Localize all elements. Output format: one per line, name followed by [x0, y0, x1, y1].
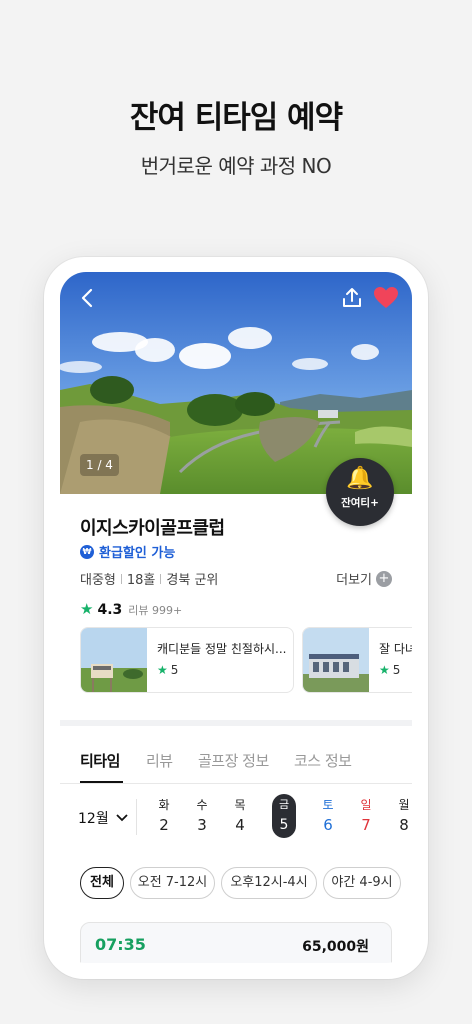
favorite-button[interactable]	[373, 286, 399, 310]
refund-label: 환급할인 가능	[99, 546, 176, 561]
filter-chip-morning[interactable]: 오전 7-12시	[130, 867, 215, 899]
date-item[interactable]: 토 6	[314, 796, 342, 836]
alert-label: 잔여티+	[341, 497, 379, 509]
review-body: 잘 다녀 ★5	[369, 628, 412, 692]
phone-frame: 1 / 4 🔔 잔여티+ 이지스카이골프클럽 ₩ 환급할인 가능 대중형 18홀…	[44, 257, 428, 979]
day-number: 3	[197, 816, 207, 834]
promo-subhead: 번거로운 예약 과정 NO	[140, 154, 332, 178]
chevron-down-icon	[116, 811, 128, 827]
plus-icon: +	[376, 570, 392, 587]
day-of-week: 수	[196, 798, 208, 812]
star-icon: ★	[379, 663, 390, 677]
section-divider	[60, 720, 412, 726]
day-of-week: 화	[158, 798, 170, 812]
tab-reviews[interactable]: 리뷰	[146, 750, 173, 771]
promo-headline: 잔여 티타임 예약	[129, 100, 343, 136]
review-card[interactable]: 캐디분들 정말 친절하시... ★ 5	[80, 627, 294, 693]
club-name: 이지스카이골프클럽	[80, 518, 225, 539]
day-number: 6	[323, 816, 333, 834]
club-location: 경북 군위	[166, 573, 219, 588]
date-item-selected[interactable]: 금 5	[272, 794, 296, 838]
review-card[interactable]: 잘 다녀 ★5	[302, 627, 412, 693]
day-number: 5	[279, 817, 289, 833]
club-type: 대중형	[80, 573, 116, 588]
calendar-divider	[136, 799, 137, 835]
day-number: 8	[399, 816, 409, 834]
tab-underline	[80, 781, 123, 783]
filter-chip-all[interactable]: 전체	[80, 867, 124, 899]
day-of-week: 금	[278, 798, 290, 811]
teetime-price: 65,000원	[302, 939, 369, 955]
date-item[interactable]: 화 2	[150, 796, 178, 836]
photo-counter: 1 / 4	[80, 454, 119, 476]
month-label: 12월	[78, 811, 109, 827]
teetime-time: 07:35	[95, 935, 146, 954]
star-icon: ★	[80, 600, 94, 618]
review-text: 캐디분들 정말 친절하시...	[157, 642, 287, 656]
refund-icon: ₩	[80, 544, 94, 559]
tab-course-layout[interactable]: 코스 정보	[294, 750, 352, 771]
review-body: 캐디분들 정말 친절하시... ★ 5	[147, 628, 293, 692]
refund-badge: ₩ 환급할인 가능	[80, 542, 175, 561]
date-item[interactable]: 수 3	[188, 796, 216, 836]
tab-bar: 티타임 리뷰 골프장 정보 코스 정보	[60, 742, 412, 784]
more-button[interactable]: 더보기 +	[336, 569, 392, 588]
day-of-week: 일	[360, 798, 372, 812]
share-button[interactable]	[340, 286, 364, 310]
review-count: 리뷰 999+	[128, 604, 183, 617]
rating[interactable]: ★ 4.3 리뷰 999+	[80, 600, 182, 618]
club-holes: 18홀	[126, 573, 156, 588]
back-button[interactable]	[76, 286, 100, 310]
date-item[interactable]: 목 4	[226, 796, 254, 836]
review-photo	[81, 628, 147, 692]
day-number: 4	[235, 816, 245, 834]
back-arrow-icon	[81, 288, 93, 308]
month-dropdown[interactable]: 12월	[78, 808, 128, 828]
meta-divider	[120, 573, 122, 584]
review-photo	[303, 628, 369, 692]
tab-course-info[interactable]: 골프장 정보	[198, 750, 269, 771]
club-meta: 대중형 18홀 경북 군위	[80, 569, 218, 588]
heart-icon	[374, 287, 398, 308]
review-score: ★ 5	[379, 663, 401, 677]
more-label: 더보기	[336, 573, 372, 588]
day-of-week: 토	[322, 798, 334, 812]
remaining-teetime-alert-button[interactable]: 🔔 잔여티+	[326, 458, 394, 526]
filter-chip-afternoon[interactable]: 오후12시-4시	[221, 867, 317, 899]
rating-score: 4.3	[97, 602, 123, 618]
star-icon: ★	[157, 663, 168, 677]
date-item[interactable]: 월 8	[390, 796, 412, 836]
day-number: 2	[159, 816, 169, 834]
day-of-week: 목	[234, 798, 246, 812]
app-screen: 1 / 4 🔔 잔여티+ 이지스카이골프클럽 ₩ 환급할인 가능 대중형 18홀…	[60, 272, 412, 963]
filter-chip-night[interactable]: 야간 4-9시	[323, 867, 401, 899]
meta-divider	[160, 573, 162, 584]
share-icon	[343, 288, 361, 307]
date-item[interactable]: 일 7	[352, 796, 380, 836]
tab-teetime[interactable]: 티타임	[80, 750, 120, 771]
teetime-card[interactable]: 07:35 65,000원	[80, 922, 392, 963]
day-of-week: 월	[398, 798, 410, 812]
day-number: 7	[361, 816, 371, 834]
review-score: ★ 5	[157, 663, 179, 677]
review-text: 잘 다녀	[379, 642, 412, 656]
bell-icon: 🔔	[346, 466, 374, 491]
